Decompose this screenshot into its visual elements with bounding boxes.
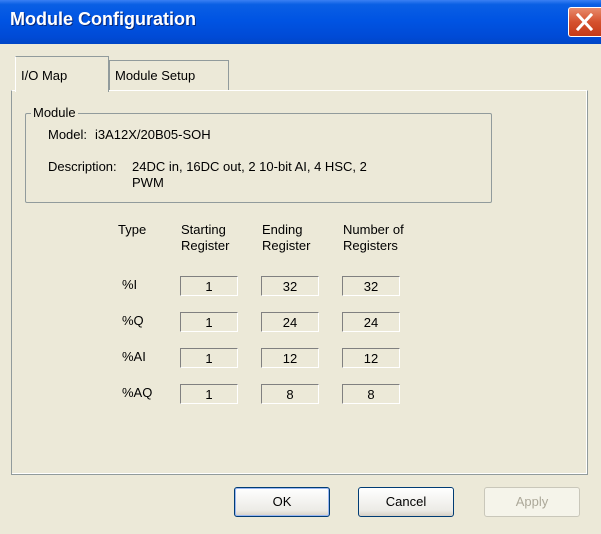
start-register-field: 1 (180, 384, 238, 404)
header-starting-2: Register (181, 238, 230, 253)
close-icon (576, 13, 593, 31)
row-type-label: %Q (122, 313, 144, 328)
tab-module-setup[interactable]: Module Setup (109, 60, 229, 90)
header-starting-1: Starting (181, 222, 226, 237)
tab-io-map-label: I/O Map (21, 68, 68, 83)
row-type-label: %AQ (122, 385, 153, 400)
start-register-field: 1 (180, 348, 238, 368)
register-count-field: 32 (342, 276, 400, 296)
end-register-field: 12 (261, 348, 319, 368)
model-value: i3A12X/20B05-SOH (95, 127, 211, 142)
start-register-field: 1 (180, 312, 238, 332)
model-label: Model: (48, 127, 88, 142)
register-count-field: 24 (342, 312, 400, 332)
header-type: Type (118, 222, 147, 237)
description-label: Description: (48, 159, 117, 174)
register-count-field: 8 (342, 384, 400, 404)
header-ending-2: Register (262, 238, 311, 253)
apply-button[interactable]: Apply (484, 487, 580, 517)
end-register-field: 32 (261, 276, 319, 296)
module-group-label: Module (31, 105, 78, 120)
close-button[interactable] (568, 7, 601, 37)
header-count-2: Registers (343, 238, 398, 253)
tab-module-setup-label: Module Setup (115, 68, 196, 83)
start-register-field: 1 (180, 276, 238, 296)
end-register-field: 8 (261, 384, 319, 404)
row-type-label: %AI (122, 349, 146, 364)
header-ending-1: Ending (262, 222, 303, 237)
row-type-label: %I (122, 277, 138, 292)
description-line-2: PWM (132, 175, 164, 190)
register-count-field: 12 (342, 348, 400, 368)
ok-button[interactable]: OK (234, 487, 330, 517)
title-bar: Module Configuration (0, 0, 601, 44)
tab-io-map[interactable]: I/O Map (15, 56, 109, 92)
end-register-field: 24 (261, 312, 319, 332)
header-count-1: Number of (343, 222, 404, 237)
cancel-button[interactable]: Cancel (358, 487, 454, 517)
description-line-1: 24DC in, 16DC out, 2 10-bit AI, 4 HSC, 2 (132, 159, 367, 174)
window-title: Module Configuration (10, 9, 196, 29)
